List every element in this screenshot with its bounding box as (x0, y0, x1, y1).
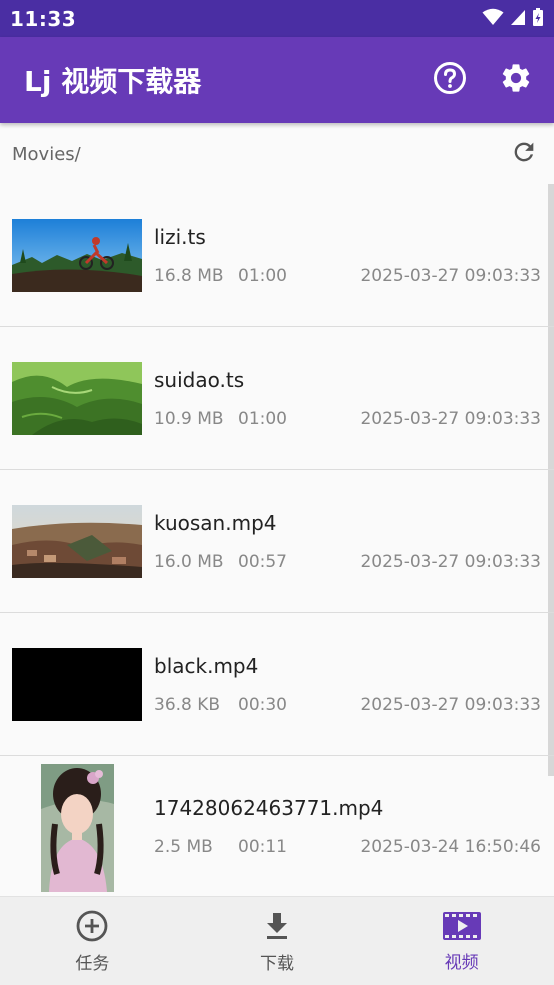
file-name: suidao.ts (154, 368, 245, 392)
battery-icon (532, 7, 544, 31)
add-circle-icon (75, 909, 109, 947)
file-date: 2025-03-27 09:03:33 (360, 552, 541, 572)
file-duration: 01:00 (238, 409, 287, 429)
download-icon (260, 909, 294, 947)
list-item[interactable]: 17428062463771.mp4 2.5 MB 00:11 2025-03-… (0, 756, 554, 896)
file-name: black.mp4 (154, 654, 259, 678)
wifi-icon (482, 8, 504, 30)
list-item[interactable]: lizi.ts 16.8 MB 01:00 2025-03-27 09:03:3… (0, 184, 554, 327)
file-name: lizi.ts (154, 225, 206, 249)
thumbnail (12, 327, 142, 470)
list-item[interactable]: kuosan.mp4 16.0 MB 00:57 2025-03-27 09:0… (0, 470, 554, 613)
thumbnail (12, 184, 142, 327)
bottom-navigation: 任务 下载 视频 (0, 896, 554, 985)
app-bar: Lj 视频下载器 (0, 37, 554, 123)
settings-button[interactable] (488, 52, 544, 108)
status-bar: 11:33 (0, 0, 554, 37)
video-thumbnail-image (40, 763, 114, 892)
nav-videos[interactable]: 视频 (369, 897, 554, 985)
nav-download[interactable]: 下载 (185, 897, 370, 985)
path-row: Movies/ (0, 123, 554, 185)
list-item[interactable]: suidao.ts 10.9 MB 01:00 2025-03-27 09:03… (0, 327, 554, 470)
list-item[interactable]: black.mp4 36.8 KB 00:30 2025-03-27 09:03… (0, 613, 554, 756)
refresh-icon (510, 138, 538, 170)
app-title: Lj 视频下载器 (24, 65, 202, 98)
video-thumbnail-image (12, 362, 142, 435)
thumbnail (12, 756, 142, 896)
thumbnail (12, 613, 142, 756)
nav-tasks[interactable]: 任务 (0, 897, 185, 985)
nav-videos-label: 视频 (444, 952, 479, 973)
file-size: 16.8 MB (154, 266, 224, 286)
file-name: 17428062463771.mp4 (154, 796, 384, 820)
file-date: 2025-03-24 16:50:46 (360, 837, 541, 857)
gear-icon (499, 61, 533, 99)
video-thumbnail-image (12, 505, 142, 578)
file-duration: 01:00 (238, 266, 287, 286)
file-date: 2025-03-27 09:03:33 (360, 695, 541, 715)
file-name: kuosan.mp4 (154, 511, 277, 535)
file-size: 2.5 MB (154, 837, 213, 857)
refresh-button[interactable] (508, 138, 540, 170)
file-date: 2025-03-27 09:03:33 (360, 266, 541, 286)
nav-tasks-label: 任务 (75, 953, 110, 974)
video-thumbnail-image (12, 219, 142, 292)
help-button[interactable] (422, 52, 478, 108)
current-path: Movies/ (12, 143, 81, 165)
thumbnail (12, 470, 142, 613)
nav-download-label: 下载 (260, 953, 294, 974)
file-size: 10.9 MB (154, 409, 224, 429)
video-icon (442, 910, 482, 946)
status-icons (482, 7, 544, 31)
video-list[interactable]: lizi.ts 16.8 MB 01:00 2025-03-27 09:03:3… (0, 184, 554, 896)
file-size: 16.0 MB (154, 552, 224, 572)
file-duration: 00:57 (238, 552, 287, 572)
file-size: 36.8 KB (154, 695, 221, 715)
file-duration: 00:30 (238, 695, 287, 715)
signal-icon (510, 8, 526, 30)
help-icon (433, 61, 467, 99)
video-thumbnail-image (12, 648, 142, 721)
status-time: 11:33 (10, 6, 77, 31)
file-duration: 00:11 (238, 837, 287, 857)
file-date: 2025-03-27 09:03:33 (360, 409, 541, 429)
